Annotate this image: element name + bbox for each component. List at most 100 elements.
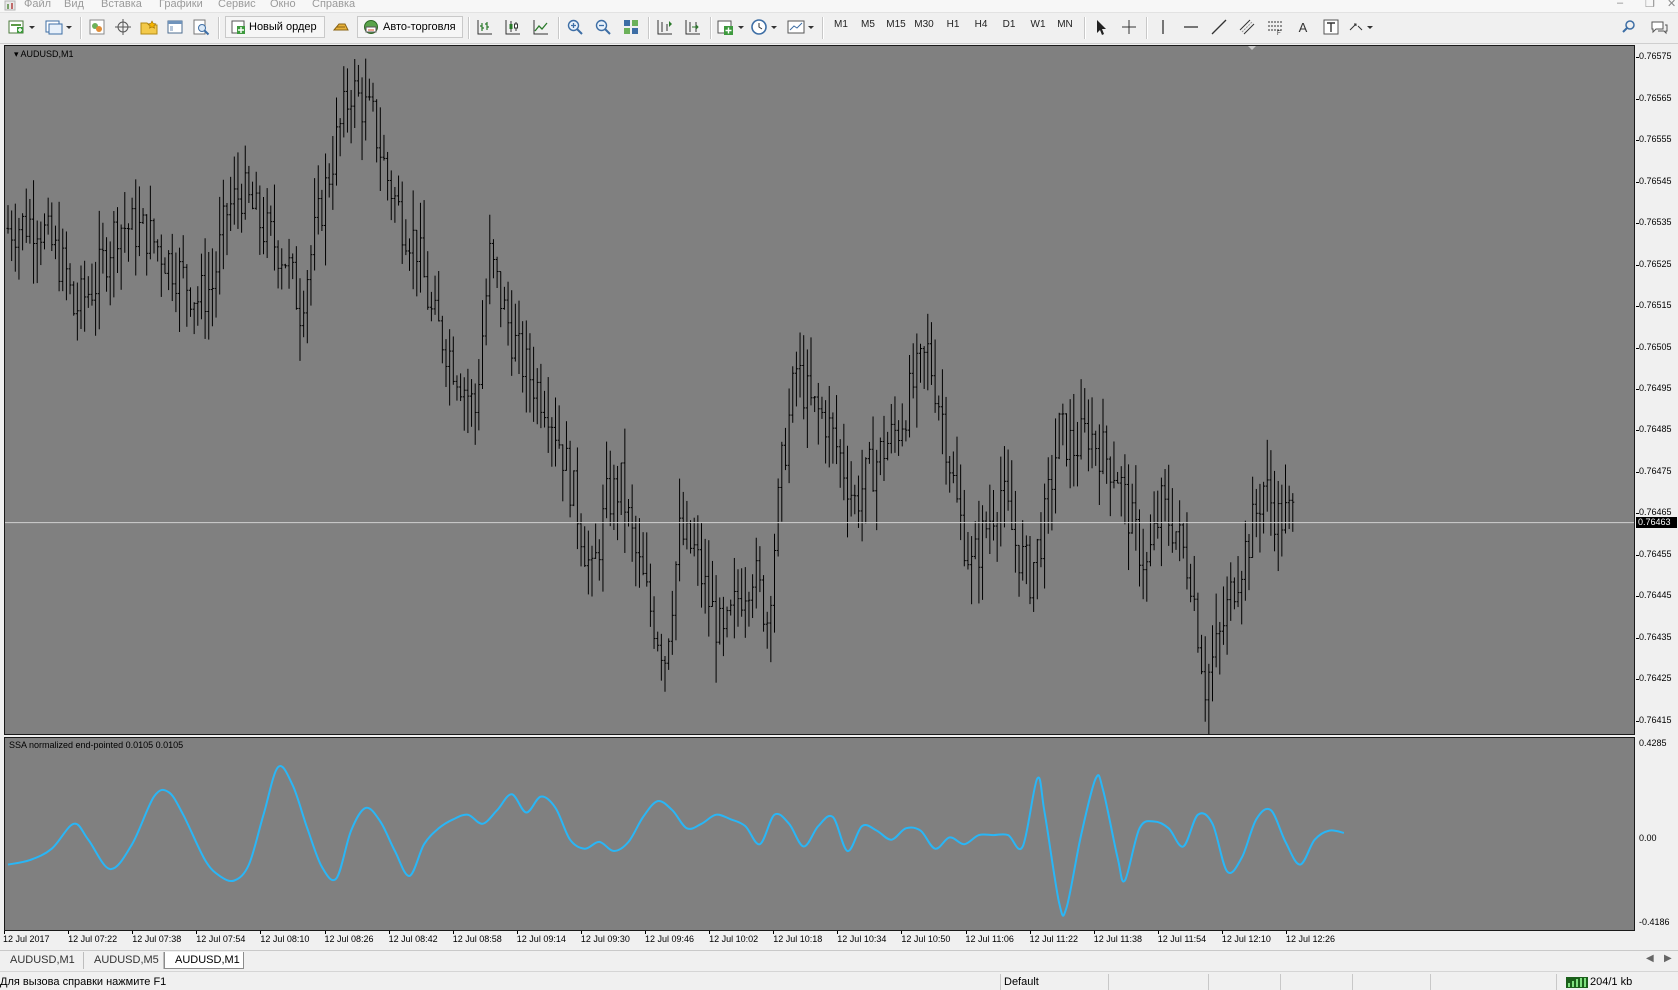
text-label-icon: [1323, 19, 1339, 35]
minimize-icon[interactable]: –: [1617, 0, 1623, 9]
periods-button[interactable]: [750, 16, 780, 38]
chat-button[interactable]: [1648, 16, 1670, 38]
navigator-button[interactable]: [112, 16, 134, 38]
time-label: 12 Jul 12:26: [1286, 934, 1336, 944]
time-label: 12 Jul 10:02: [709, 934, 759, 944]
menu-help[interactable]: Справка: [312, 0, 355, 10]
vertical-line-button[interactable]: [1152, 16, 1174, 38]
zoom-in-icon: [567, 19, 583, 35]
timeframe-d1-button[interactable]: D1: [996, 19, 1022, 30]
trendline-button[interactable]: [1208, 16, 1230, 38]
search-button[interactable]: [1618, 16, 1640, 38]
price-label: 0.76425: [1639, 673, 1672, 684]
restore-icon[interactable]: ❐: [1645, 0, 1655, 10]
time-label: 12 Jul 2017: [3, 934, 50, 944]
indicator-window[interactable]: SSA normalized end-pointed 0.0105 0.0105: [4, 737, 1635, 931]
time-label: 12 Jul 08:58: [452, 934, 502, 944]
tab-audusd-m1-active[interactable]: AUDUSD,M1: [164, 952, 244, 969]
arrows-button[interactable]: [1348, 16, 1376, 38]
timeframe-m1-button[interactable]: M1: [828, 19, 854, 30]
candlestick-button[interactable]: [502, 16, 524, 38]
time-label: 12 Jul 08:26: [324, 934, 374, 944]
price-label: 0.76535: [1639, 217, 1672, 228]
time-label: 12 Jul 09:46: [645, 934, 695, 944]
menu-insert[interactable]: Вставка: [101, 0, 142, 10]
autoscroll-button[interactable]: [682, 16, 704, 38]
menu-tools[interactable]: Сервис: [218, 0, 256, 10]
market-watch-button[interactable]: [86, 16, 108, 38]
text-tool-button[interactable]: A: [1292, 16, 1314, 38]
status-help-text: Для вызова справки нажмите F1: [0, 976, 167, 988]
svg-text:F: F: [1277, 31, 1281, 36]
time-label: 12 Jul 09:30: [580, 934, 630, 944]
fibonacci-button[interactable]: F: [1264, 16, 1286, 38]
price-label: 0.76515: [1639, 300, 1672, 311]
time-label: 12 Jul 07:54: [196, 934, 246, 944]
equidistant-channel-button[interactable]: [1236, 16, 1258, 38]
collapse-arrow-icon[interactable]: ▾: [14, 49, 19, 59]
text-label-button[interactable]: [1320, 16, 1342, 38]
zoom-out-icon: [595, 19, 611, 35]
new-chart-button[interactable]: [8, 16, 36, 38]
horizontal-line-icon: [1184, 26, 1198, 28]
tile-windows-button[interactable]: [620, 16, 642, 38]
horizontal-line-button[interactable]: [1180, 16, 1202, 38]
time-axis[interactable]: 12 Jul 2017 12 Jul 07:22 12 Jul 07:38 12 Ju…: [0, 931, 1678, 949]
bar-chart-button[interactable]: [474, 16, 496, 38]
menu-charts[interactable]: Графики: [159, 0, 203, 10]
line-chart-button[interactable]: [530, 16, 552, 38]
magnifier-doc-icon: [193, 19, 210, 36]
favorites-button[interactable]: [138, 16, 160, 38]
folder-star-icon: [140, 20, 158, 35]
gold-bars-button[interactable]: [330, 16, 352, 38]
tab-audusd-m1[interactable]: AUDUSD,M1: [0, 952, 84, 969]
timeframe-w1-button[interactable]: W1: [1025, 19, 1051, 30]
time-label: 12 Jul 11:54: [1157, 934, 1207, 944]
price-label: 0.76545: [1639, 175, 1672, 186]
tab-scroll-right-icon[interactable]: ▶: [1664, 953, 1672, 964]
price-label: 0.76485: [1639, 424, 1672, 435]
time-label: 12 Jul 11:06: [965, 934, 1014, 944]
timeframe-m15-button[interactable]: M15: [883, 19, 909, 30]
tile-windows-icon: [624, 20, 638, 34]
indicator-title: SSA normalized end-pointed 0.0105 0.0105: [9, 740, 184, 750]
templates-button[interactable]: [786, 16, 816, 38]
terminal-button[interactable]: [164, 16, 186, 38]
chart-shift-button[interactable]: [654, 16, 676, 38]
menu-view[interactable]: Вид: [64, 0, 84, 10]
close-icon[interactable]: ✕: [1667, 0, 1676, 10]
price-chart-svg: [5, 46, 1634, 734]
timeframe-m5-button[interactable]: M5: [855, 19, 881, 30]
price-chart[interactable]: ▾ AUDUSD,M1: [4, 45, 1635, 735]
strategy-tester-button[interactable]: [190, 16, 212, 38]
profiles-button[interactable]: [44, 16, 72, 38]
new-order-button[interactable]: Новый ордер: [225, 16, 325, 38]
timeframe-mn-button[interactable]: MN: [1052, 19, 1078, 30]
zoom-out-button[interactable]: [592, 16, 614, 38]
price-scale[interactable]: 0.76575 0.76565 0.76555 0.76545 0.76535 0.765…: [1636, 45, 1678, 735]
indicator-scale-min: -0.4186: [1639, 917, 1670, 927]
time-label: 12 Jul 10:50: [901, 934, 951, 944]
menu-file[interactable]: Файл: [24, 0, 51, 10]
new-order-label: Новый ордер: [249, 21, 317, 33]
time-label: 12 Jul 12:10: [1221, 934, 1271, 944]
price-label: 0.76575: [1639, 51, 1672, 62]
time-label: 12 Jul 09:14: [516, 934, 566, 944]
zoom-in-button[interactable]: [564, 16, 586, 38]
autotrading-button[interactable]: Авто-торговля: [357, 16, 463, 38]
tab-scroll-left-icon[interactable]: ◀: [1646, 953, 1654, 964]
cursor-tool-button[interactable]: [1090, 16, 1112, 38]
timeframe-h1-button[interactable]: H1: [940, 19, 966, 30]
tab-audusd-m5[interactable]: AUDUSD,M5: [84, 952, 164, 969]
status-traffic: 204/1 kb: [1590, 976, 1633, 988]
autotrading-icon: [364, 20, 378, 34]
indicator-scale[interactable]: 0.4285 0.00 -0.4186: [1636, 737, 1678, 931]
crosshair-tool-button[interactable]: [1118, 16, 1140, 38]
status-bar: Для вызова справки нажмите F1 Default 20…: [0, 971, 1678, 990]
timeframe-m30-button[interactable]: M30: [911, 19, 937, 30]
indicators-button[interactable]: [716, 16, 746, 38]
clock-icon: [751, 19, 777, 35]
channel-icon: [1239, 19, 1255, 35]
menu-window[interactable]: Окно: [270, 0, 296, 10]
timeframe-h4-button[interactable]: H4: [968, 19, 994, 30]
